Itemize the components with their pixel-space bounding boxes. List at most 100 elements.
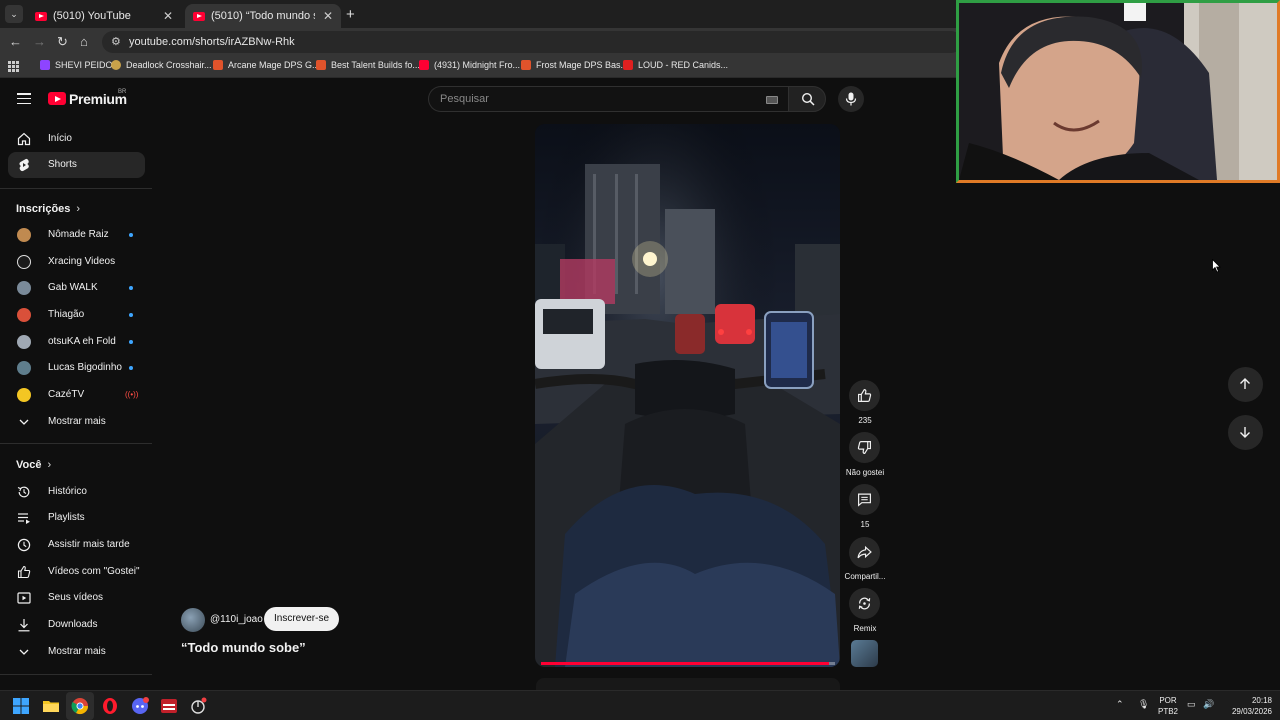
sidebar-item-shorts[interactable]: Shorts [8,152,145,178]
search-input[interactable]: Pesquisar [428,86,788,112]
remix-label: Remix [853,624,877,633]
power-app-icon[interactable] [189,697,207,715]
thumbs-up-icon [17,565,31,579]
menu-icon[interactable] [17,93,31,104]
close-tab-icon[interactable]: ✕ [155,9,173,23]
discord-icon[interactable] [131,697,149,715]
share-button[interactable] [849,537,880,568]
microphone-tray-icon[interactable]: 🎙 [1138,699,1149,710]
avatar [17,388,31,402]
chevron-right-icon: › [76,203,81,215]
browser-tab-youtube[interactable]: (5010) YouTube ✕ [27,4,181,28]
playlists-icon [18,513,30,524]
chevron-down-icon [19,649,29,655]
tab-search-button[interactable]: ⌄ [5,5,23,23]
thumbs-up-icon [858,389,872,402]
new-content-dot [129,233,133,237]
sidebar-item-watch-later[interactable]: Assistir mais tarde [8,532,145,558]
comments-button[interactable] [849,484,880,515]
short-title[interactable]: “Todo mundo sobe” [181,640,306,655]
remix-button[interactable] [849,588,880,619]
sidebar-item-subscription[interactable]: Gab WALK [8,275,145,301]
avatar [17,228,31,242]
channel-avatar[interactable] [181,608,205,632]
address-bar[interactable]: ⚙ youtube.com/shorts/irAZBNw-Rhk [102,31,962,53]
sidebar-item-subscription[interactable]: Lucas Bigodinho [8,355,145,381]
subscriptions-heading[interactable]: Inscrições › [16,203,80,215]
mouse-cursor-icon [1212,259,1221,273]
close-tab-icon[interactable]: ✕ [315,9,333,23]
video-frame [535,124,840,667]
subscribe-button[interactable]: Inscrever-se [264,607,339,631]
dislike-button[interactable] [849,432,880,463]
sidebar-item-subscription[interactable]: Xracing Videos [8,249,145,275]
youtube-logo-icon[interactable] [48,92,66,105]
chevron-down-icon [19,419,29,425]
chrome-taskbar-active[interactable] [66,692,94,720]
sidebar-item-subscription[interactable]: CazéTV ((•)) [8,382,145,408]
language-indicator[interactable]: POR PTB2 [1156,695,1180,717]
bookmark-favicon-icon [40,60,50,70]
network-icon[interactable]: ▭ [1187,699,1196,710]
bookmark-item[interactable]: (4931) Midnight Fro... [419,60,520,70]
audio-source-thumbnail[interactable] [851,640,878,667]
site-info-icon[interactable]: ⚙ [111,35,121,48]
voice-search-button[interactable] [838,86,864,112]
avatar [17,335,31,349]
search-button[interactable] [788,86,826,112]
sidebar-item-your-videos[interactable]: Seus vídeos [8,585,145,611]
sidebar-item-label: Playlists [48,512,85,523]
media-app-icon[interactable] [160,697,178,715]
show-hidden-icons-icon[interactable]: ⌃ [1116,699,1124,710]
short-video-player[interactable] [535,124,840,667]
bookmark-item[interactable]: SHEVI PEIDO [40,60,113,70]
new-content-dot [129,313,133,317]
reload-icon[interactable]: ↻ [57,34,68,50]
new-content-dot [129,340,133,344]
windows-start-icon[interactable] [12,697,30,715]
sidebar-item-label: Mostrar mais [48,646,106,657]
you-heading[interactable]: Você › [16,459,51,471]
bookmark-label: Arcane Mage DPS G... [228,60,320,70]
youtube-favicon-icon [193,11,205,21]
channel-name[interactable]: @110i_joao [210,614,263,625]
home-browser-icon[interactable]: ⌂ [80,34,88,49]
avatar [17,361,31,375]
sidebar-item-downloads[interactable]: Downloads [8,612,145,638]
sidebar-item-label: Histórico [48,486,87,497]
next-short-button[interactable] [1228,415,1263,450]
sidebar-item-subscription[interactable]: Nômade Raiz [8,222,145,248]
browser-tab-short[interactable]: (5010) “Todo mundo sobe” - Yo ✕ [185,4,341,28]
watch-later-icon [17,538,31,552]
file-explorer-icon[interactable] [42,697,60,715]
avatar [17,281,31,295]
sidebar-item-subscription[interactable]: Thiagão [8,302,145,328]
bookmark-item[interactable]: Best Talent Builds fo... [316,60,420,70]
arrow-down-icon [1240,427,1250,438]
sidebar-item-playlists[interactable]: Playlists [8,505,145,531]
forward-icon[interactable]: → [33,34,46,49]
sidebar-item-home[interactable]: Início [8,126,145,152]
share-label: Compartil... [844,572,886,581]
sidebar-show-more-you[interactable]: Mostrar mais [8,639,145,665]
bookmark-item[interactable]: Arcane Mage DPS G... [213,60,320,70]
back-icon[interactable]: ← [9,34,22,49]
opera-icon[interactable] [101,697,119,715]
bookmark-favicon-icon [521,60,531,70]
sidebar-item-subscription[interactable]: otsuKA eh Fold [8,329,145,355]
sidebar-item-liked-videos[interactable]: Vídeos com "Gostei" [8,559,145,585]
apps-grid-icon[interactable] [8,61,19,72]
keyboard-icon[interactable] [766,96,778,104]
new-tab-button[interactable]: + [346,6,355,23]
system-clock[interactable]: 20:18 29/03/2026 [1222,695,1272,717]
previous-short-button[interactable] [1228,367,1263,402]
volume-icon[interactable]: 🔊 [1203,699,1214,710]
video-progress-bar[interactable] [541,662,835,665]
sidebar-item-history[interactable]: Histórico [8,479,145,505]
bookmark-item[interactable]: Frost Mage DPS Bas... [521,60,628,70]
bookmark-item[interactable]: LOUD - RED Canids... [623,60,728,70]
bookmark-item[interactable]: Deadlock Crosshair... [111,60,212,70]
bookmark-favicon-icon [213,60,223,70]
sidebar-show-more-subscriptions[interactable]: Mostrar mais [8,409,145,435]
like-button[interactable] [849,380,880,411]
